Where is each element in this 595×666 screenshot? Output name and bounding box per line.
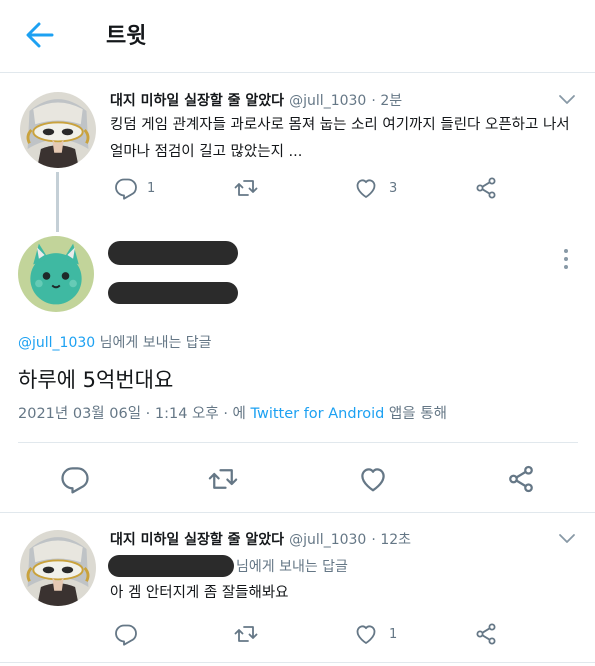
tweet-header: 대지 미하일 실장할 줄 알았다 @jull_1030 · 2분 bbox=[110, 90, 402, 110]
tweet-text-line: 얼마나 점검이 길고 많았는지 ... bbox=[110, 144, 303, 160]
retweet-icon[interactable] bbox=[234, 176, 258, 200]
like-icon[interactable] bbox=[354, 622, 378, 646]
retweet-icon[interactable] bbox=[208, 464, 238, 494]
avatar[interactable] bbox=[20, 530, 96, 606]
reply-icon[interactable] bbox=[114, 176, 138, 200]
replying-to-label: 님에게 보내는 답글 bbox=[236, 559, 348, 575]
relative-time: · 12초 bbox=[371, 532, 412, 548]
share-icon[interactable] bbox=[474, 622, 498, 646]
handle[interactable]: @jull_1030 bbox=[289, 93, 366, 109]
like-count: 3 bbox=[389, 181, 398, 196]
relative-time: · 2분 bbox=[371, 93, 403, 109]
replying-to-label: 님에게 보내는 답글 bbox=[95, 335, 212, 351]
retweet-icon[interactable] bbox=[234, 622, 258, 646]
tweet-header: 대지 미하일 실장할 줄 알았다 @jull_1030 · 12초 bbox=[110, 529, 411, 549]
redacted-handle bbox=[108, 282, 238, 304]
more-vertical-icon[interactable] bbox=[562, 248, 570, 270]
chevron-down-icon[interactable] bbox=[558, 94, 576, 106]
display-name[interactable]: 대지 미하일 실장할 줄 알았다 bbox=[110, 532, 284, 548]
like-count: 1 bbox=[389, 627, 398, 642]
handle[interactable]: @jull_1030 bbox=[289, 532, 366, 548]
reply-count: 1 bbox=[147, 181, 156, 196]
avatar[interactable] bbox=[20, 92, 96, 168]
divider bbox=[18, 442, 578, 443]
divider bbox=[0, 512, 595, 513]
redacted-reply-handle bbox=[108, 555, 234, 577]
avatar[interactable] bbox=[18, 236, 94, 312]
source-app-link[interactable]: Twitter for Android bbox=[251, 406, 385, 422]
share-icon[interactable] bbox=[474, 176, 498, 200]
reply-icon[interactable] bbox=[60, 464, 90, 494]
tweet-text-line: 킹덤 게임 관계자들 과로사로 몸져 눕는 소리 여기까지 들린다 오픈하고 나… bbox=[110, 117, 570, 133]
thread-connector-line bbox=[56, 172, 59, 232]
redacted-display-name bbox=[108, 241, 238, 265]
display-name[interactable]: 대지 미하일 실장할 줄 알았다 bbox=[110, 93, 284, 109]
source-suffix: 앱을 통해 bbox=[384, 406, 447, 422]
main-tweet-text: 하루에 5억번대요 bbox=[18, 368, 174, 392]
tweet-text: 아 겜 안터지게 좀 잘들해봐요 bbox=[110, 585, 289, 601]
top-bar: 트윗 bbox=[0, 0, 595, 73]
timestamp-text: 2021년 03월 06일 · 1:14 오후 · 에 bbox=[18, 406, 251, 422]
share-icon[interactable] bbox=[506, 464, 536, 494]
page-title: 트윗 bbox=[106, 24, 147, 49]
replying-to: @jull_1030 님에게 보내는 답글 bbox=[18, 332, 212, 352]
replying-to-handle[interactable]: @jull_1030 bbox=[18, 335, 95, 351]
tweet-timestamp: 2021년 03월 06일 · 1:14 오후 · 에 Twitter for … bbox=[18, 402, 447, 423]
reply-icon[interactable] bbox=[114, 622, 138, 646]
like-icon[interactable] bbox=[358, 464, 388, 494]
like-icon[interactable] bbox=[354, 176, 378, 200]
chevron-down-icon[interactable] bbox=[558, 533, 576, 545]
back-arrow-icon[interactable] bbox=[26, 22, 54, 48]
tweet-text: 킹덤 게임 관계자들 과로사로 몸져 눕는 소리 여기까지 들린다 오픈하고 나… bbox=[110, 112, 588, 166]
divider bbox=[0, 662, 595, 663]
